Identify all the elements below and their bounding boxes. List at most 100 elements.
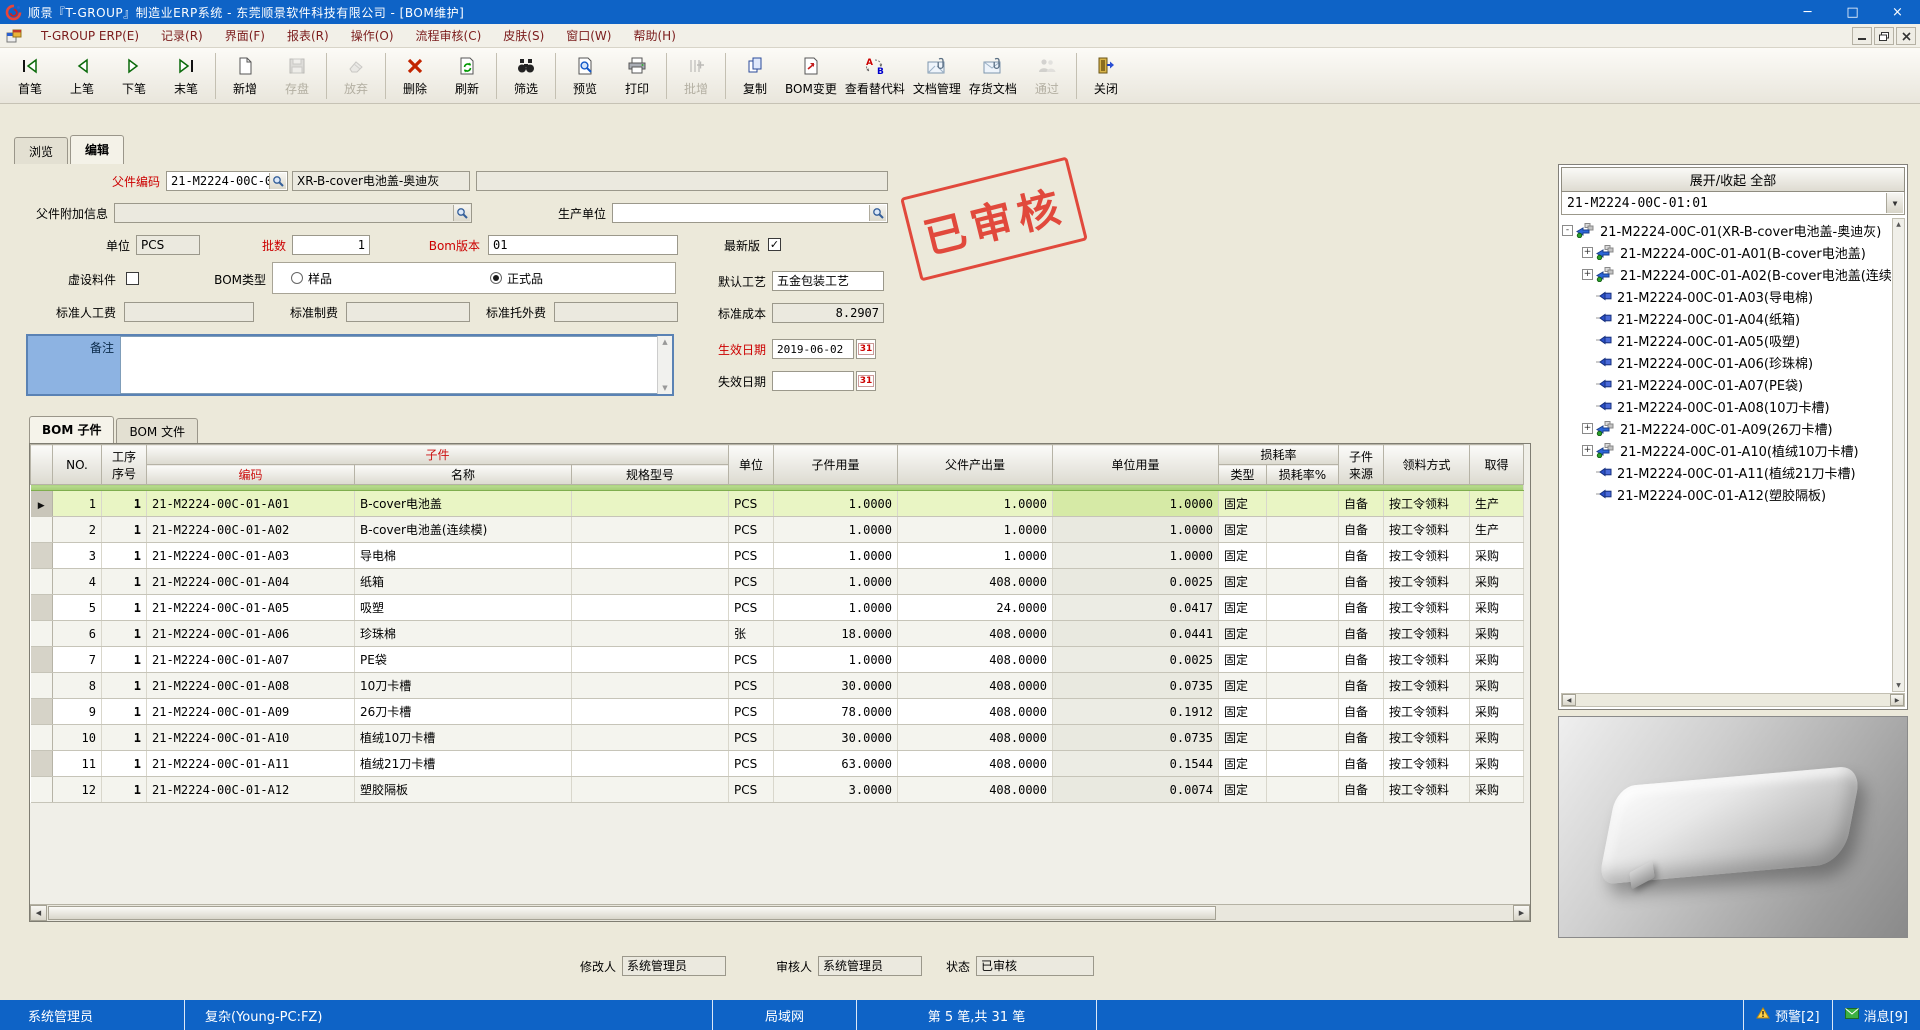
discard-button[interactable]: 放弃 bbox=[330, 51, 382, 101]
parent-code-field[interactable]: 21-M2224-00C-01 bbox=[166, 171, 288, 191]
expand-collapse-all-button[interactable]: 展开/收起 全部 bbox=[1561, 167, 1905, 192]
col-name[interactable]: 名称 bbox=[355, 465, 572, 485]
tree-node[interactable]: 21-M2224-00C-01-A05(吸塑) bbox=[1562, 329, 1891, 351]
table-row[interactable]: 9 1 21-M2224-00C-01-A09 26刀卡槽 PCS 78.000… bbox=[31, 699, 1524, 725]
production-unit-field[interactable] bbox=[612, 203, 888, 223]
grid-hscrollbar[interactable]: ◀ ▶ bbox=[30, 904, 1530, 921]
preview-button[interactable]: 预览 bbox=[559, 51, 611, 101]
scroll-left-icon[interactable]: ◀ bbox=[1562, 694, 1576, 706]
table-row[interactable]: 2 1 21-M2224-00C-01-A02 B-cover电池盖(连续模) … bbox=[31, 517, 1524, 543]
table-row[interactable]: 1 1 21-M2224-00C-01-A01 B-cover电池盖 PCS 1… bbox=[31, 491, 1524, 517]
lookup-icon[interactable] bbox=[269, 173, 286, 189]
tree-expander[interactable]: - bbox=[1562, 225, 1573, 236]
menu-item[interactable]: 皮肤(S) bbox=[492, 24, 555, 48]
bom-type-sample-option[interactable]: 样品 bbox=[291, 270, 332, 287]
lookup-icon[interactable] bbox=[869, 205, 886, 221]
virtual-part-checkbox[interactable] bbox=[126, 272, 139, 285]
effective-date-field[interactable]: 2019-06-02 bbox=[772, 339, 854, 359]
table-row[interactable]: 12 1 21-M2224-00C-01-A12 塑胶隔板 PCS 3.0000… bbox=[31, 777, 1524, 803]
tree-node[interactable]: + 21-M2224-00C-01-A02(B-cover电池盖(连续模) bbox=[1562, 263, 1891, 285]
tree-expander[interactable]: + bbox=[1582, 269, 1593, 280]
tab-bom-children[interactable]: BOM 子件 bbox=[29, 416, 114, 443]
tree-node[interactable]: + 21-M2224-00C-01-A01(B-cover电池盖) bbox=[1562, 241, 1891, 263]
delete-button[interactable]: 删除 bbox=[389, 51, 441, 101]
mdi-close-button[interactable] bbox=[1896, 27, 1916, 45]
table-row[interactable]: 5 1 21-M2224-00C-01-A05 吸塑 PCS 1.0000 24… bbox=[31, 595, 1524, 621]
remark-scrollbar[interactable]: ▲▼ bbox=[657, 336, 672, 394]
tree-hscrollbar[interactable]: ◀ ▶ bbox=[1561, 693, 1905, 707]
tree-node[interactable]: + 21-M2224-00C-01-A09(26刀卡槽) bbox=[1562, 417, 1891, 439]
maximize-button[interactable]: □ bbox=[1830, 0, 1875, 24]
print-button[interactable]: 打印 bbox=[611, 51, 663, 101]
col-source[interactable]: 子件来源 bbox=[1339, 445, 1384, 485]
bom-change-button[interactable]: BOM变更 bbox=[781, 51, 841, 101]
table-row[interactable]: 8 1 21-M2224-00C-01-A08 10刀卡槽 PCS 30.000… bbox=[31, 673, 1524, 699]
tree-node[interactable]: 21-M2224-00C-01-A11(植绒21刀卡槽) bbox=[1562, 461, 1891, 483]
menu-item[interactable]: 报表(R) bbox=[276, 24, 340, 48]
bom-type-formal-option[interactable]: 正式品 bbox=[490, 270, 543, 287]
next-record-button[interactable]: 下笔 bbox=[108, 51, 160, 101]
statusbar-messages[interactable]: 消息[9] bbox=[1832, 1000, 1920, 1030]
new-button[interactable]: 新增 bbox=[219, 51, 271, 101]
minimize-button[interactable]: ─ bbox=[1785, 0, 1830, 24]
table-row[interactable]: 4 1 21-M2224-00C-01-A04 纸箱 PCS 1.0000 40… bbox=[31, 569, 1524, 595]
table-row[interactable]: 3 1 21-M2224-00C-01-A03 导电棉 PCS 1.0000 1… bbox=[31, 543, 1524, 569]
bom-version-selector[interactable]: 21-M2224-00C-01:01 ▼ bbox=[1561, 192, 1905, 215]
tree-node[interactable]: + 21-M2224-00C-01-A10(植绒10刀卡槽) bbox=[1562, 439, 1891, 461]
menu-item[interactable]: 帮助(H) bbox=[622, 24, 686, 48]
table-row[interactable]: 6 1 21-M2224-00C-01-A06 珍珠棉 张 18.0000 40… bbox=[31, 621, 1524, 647]
tab-bom-files[interactable]: BOM 文件 bbox=[116, 418, 198, 443]
expire-date-field[interactable] bbox=[772, 371, 854, 391]
scroll-right-icon[interactable]: ▶ bbox=[1890, 694, 1904, 706]
col-spec[interactable]: 规格型号 bbox=[572, 465, 729, 485]
latest-version-checkbox[interactable]: ✓ bbox=[768, 238, 781, 251]
chevron-down-icon[interactable]: ▼ bbox=[1886, 193, 1903, 213]
menu-item[interactable]: 记录(R) bbox=[150, 24, 214, 48]
batch-field[interactable]: 1 bbox=[292, 235, 370, 255]
scroll-right-icon[interactable]: ▶ bbox=[1513, 905, 1530, 921]
mdi-minimize-button[interactable] bbox=[1852, 27, 1872, 45]
menu-item[interactable]: T-GROUP ERP(E) bbox=[30, 24, 150, 48]
tree-expander[interactable] bbox=[1582, 357, 1593, 368]
col-unit-usage[interactable]: 单位用量 bbox=[1053, 445, 1219, 485]
statusbar-alerts[interactable]: 预警[2] bbox=[1743, 1000, 1831, 1030]
tree-expander[interactable] bbox=[1582, 489, 1593, 500]
col-loss-rate[interactable]: 损耗率% bbox=[1267, 465, 1339, 485]
col-acquire[interactable]: 取得 bbox=[1470, 445, 1524, 485]
tree-expander[interactable] bbox=[1582, 467, 1593, 478]
tree-node[interactable]: 21-M2224-00C-01-A08(10刀卡槽) bbox=[1562, 395, 1891, 417]
scroll-left-icon[interactable]: ◀ bbox=[30, 905, 47, 921]
tree-vscrollbar[interactable]: ▲▼ bbox=[1892, 218, 1905, 692]
col-code[interactable]: 编码 bbox=[147, 465, 355, 485]
inventory-doc-button[interactable]: 存货文档 bbox=[965, 51, 1021, 101]
tab-browse[interactable]: 浏览 bbox=[14, 137, 68, 164]
tree-node[interactable]: 21-M2224-00C-01-A12(塑胶隔板) bbox=[1562, 483, 1891, 505]
table-row[interactable]: 11 1 21-M2224-00C-01-A11 植绒21刀卡槽 PCS 63.… bbox=[31, 751, 1524, 777]
grid-hscroll-thumb[interactable] bbox=[48, 906, 1216, 920]
lookup-icon[interactable] bbox=[453, 205, 470, 221]
col-seq[interactable]: 工序序号 bbox=[102, 445, 147, 485]
tree-node[interactable]: 21-M2224-00C-01-A06(珍珠棉) bbox=[1562, 351, 1891, 373]
parent-info-field[interactable] bbox=[114, 203, 472, 223]
filter-button[interactable]: 筛选 bbox=[500, 51, 552, 101]
table-row[interactable]: 10 1 21-M2224-00C-01-A10 植绒10刀卡槽 PCS 30.… bbox=[31, 725, 1524, 751]
tree-expander[interactable]: + bbox=[1582, 423, 1593, 434]
close-form-button[interactable]: 关闭 bbox=[1080, 51, 1132, 101]
tree-expander[interactable] bbox=[1582, 291, 1593, 302]
col-parent-output[interactable]: 父件产出量 bbox=[898, 445, 1053, 485]
tree-node[interactable]: 21-M2224-00C-01-A04(纸箱) bbox=[1562, 307, 1891, 329]
refresh-button[interactable]: 刷新 bbox=[441, 51, 493, 101]
batch-add-button[interactable]: 批增 bbox=[670, 51, 722, 101]
table-row[interactable]: 7 1 21-M2224-00C-01-A07 PE袋 PCS 1.0000 4… bbox=[31, 647, 1524, 673]
menu-item[interactable]: 窗口(W) bbox=[555, 24, 622, 48]
remark-textarea[interactable] bbox=[120, 336, 672, 394]
col-issue-method[interactable]: 领料方式 bbox=[1384, 445, 1470, 485]
tree-node[interactable]: 21-M2224-00C-01-A07(PE袋) bbox=[1562, 373, 1891, 395]
expire-calendar-button[interactable]: 31 bbox=[856, 371, 876, 391]
close-button[interactable]: × bbox=[1875, 0, 1920, 24]
tree-expander[interactable]: + bbox=[1582, 247, 1593, 258]
view-substitute-button[interactable]: AB查看替代料 bbox=[841, 51, 909, 101]
col-qty[interactable]: 子件用量 bbox=[774, 445, 898, 485]
prev-record-button[interactable]: 上笔 bbox=[56, 51, 108, 101]
menu-item[interactable]: 操作(O) bbox=[340, 24, 405, 48]
